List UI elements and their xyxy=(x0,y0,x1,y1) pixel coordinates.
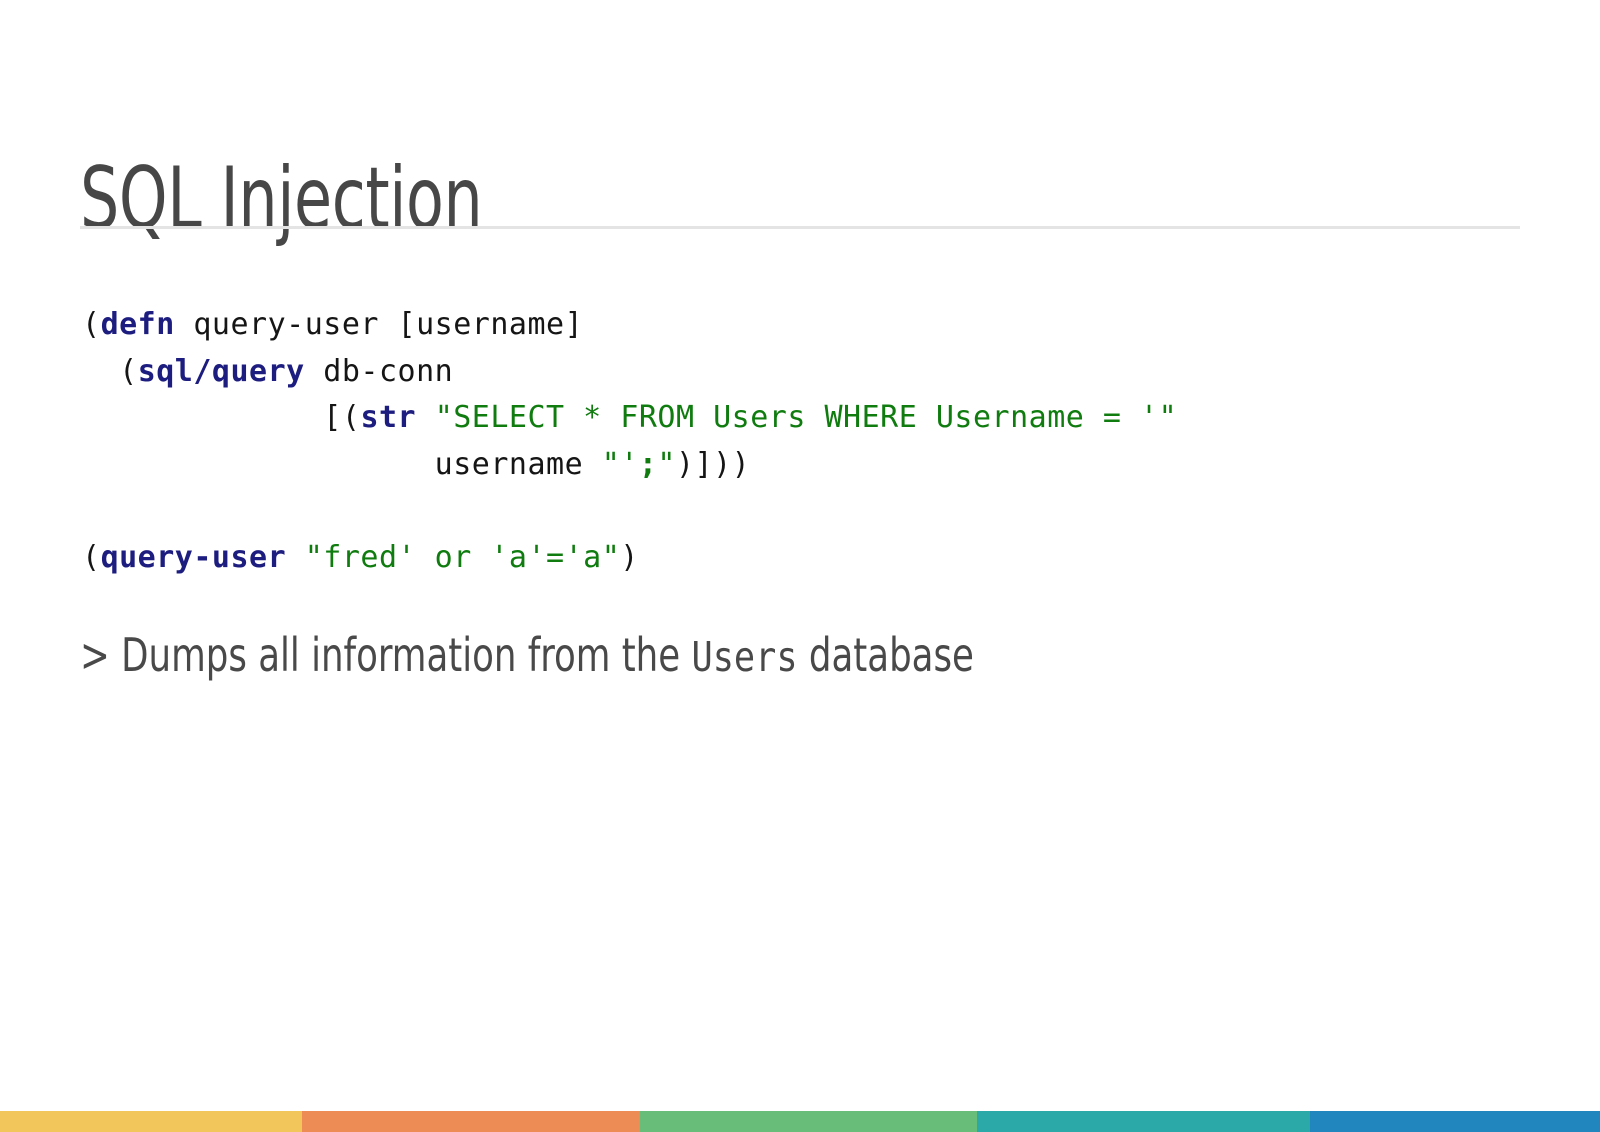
code-token-pln xyxy=(416,400,435,435)
code-token-kw: query-user xyxy=(100,539,287,575)
body-bullet-line: > Dumps all information from the Users d… xyxy=(80,628,974,683)
code-token-str: " xyxy=(657,446,676,482)
code-token-pln: [( xyxy=(82,400,361,435)
bullet-marker: > xyxy=(80,628,110,682)
code-token-str: "fred' or 'a'='a" xyxy=(304,539,621,575)
code-token-str: "' xyxy=(601,446,639,482)
code-token-str: "SELECT * FROM Users WHERE Username = '" xyxy=(434,400,1178,435)
code-token-pln: ( xyxy=(82,307,101,342)
code-line: (query-user "fred' or 'a'='a") xyxy=(82,535,1177,582)
code-token-pln: ( xyxy=(82,539,101,575)
code-token-pln: username xyxy=(82,446,602,482)
code-line: (sql/query db-conn xyxy=(82,349,1177,396)
footer-segment-yellow xyxy=(0,1111,302,1132)
code-token-pln: ) xyxy=(620,539,639,575)
code-line: [(str "SELECT * FROM Users WHERE Usernam… xyxy=(82,395,1177,442)
code-block: (defn query-user [username] (sql/query d… xyxy=(82,302,1177,581)
body-text-after: database xyxy=(797,628,974,682)
code-token-pln: query-user [username] xyxy=(174,307,584,342)
body-code-term: Users xyxy=(691,633,798,681)
body-text-before: Dumps all information from the xyxy=(109,628,692,682)
code-token-pln xyxy=(286,540,305,575)
code-token-pln: db-conn xyxy=(304,353,454,389)
footer-segment-orange xyxy=(302,1111,640,1132)
code-token-pln: )])) xyxy=(675,446,751,482)
footer-color-bar xyxy=(0,1111,1600,1132)
footer-segment-blue xyxy=(1310,1111,1600,1132)
footer-segment-green xyxy=(640,1111,977,1132)
code-token-kw: str xyxy=(360,400,417,435)
code-token-kw: sql/query xyxy=(137,353,305,389)
code-line: (defn query-user [username] xyxy=(82,302,1177,349)
code-token-str-b: ; xyxy=(638,446,658,482)
code-token-pln: ( xyxy=(82,353,138,389)
title-divider xyxy=(80,226,1520,229)
code-token-kw: defn xyxy=(100,307,175,342)
footer-segment-teal xyxy=(977,1111,1310,1132)
code-line: username "';")])) xyxy=(82,442,1177,489)
